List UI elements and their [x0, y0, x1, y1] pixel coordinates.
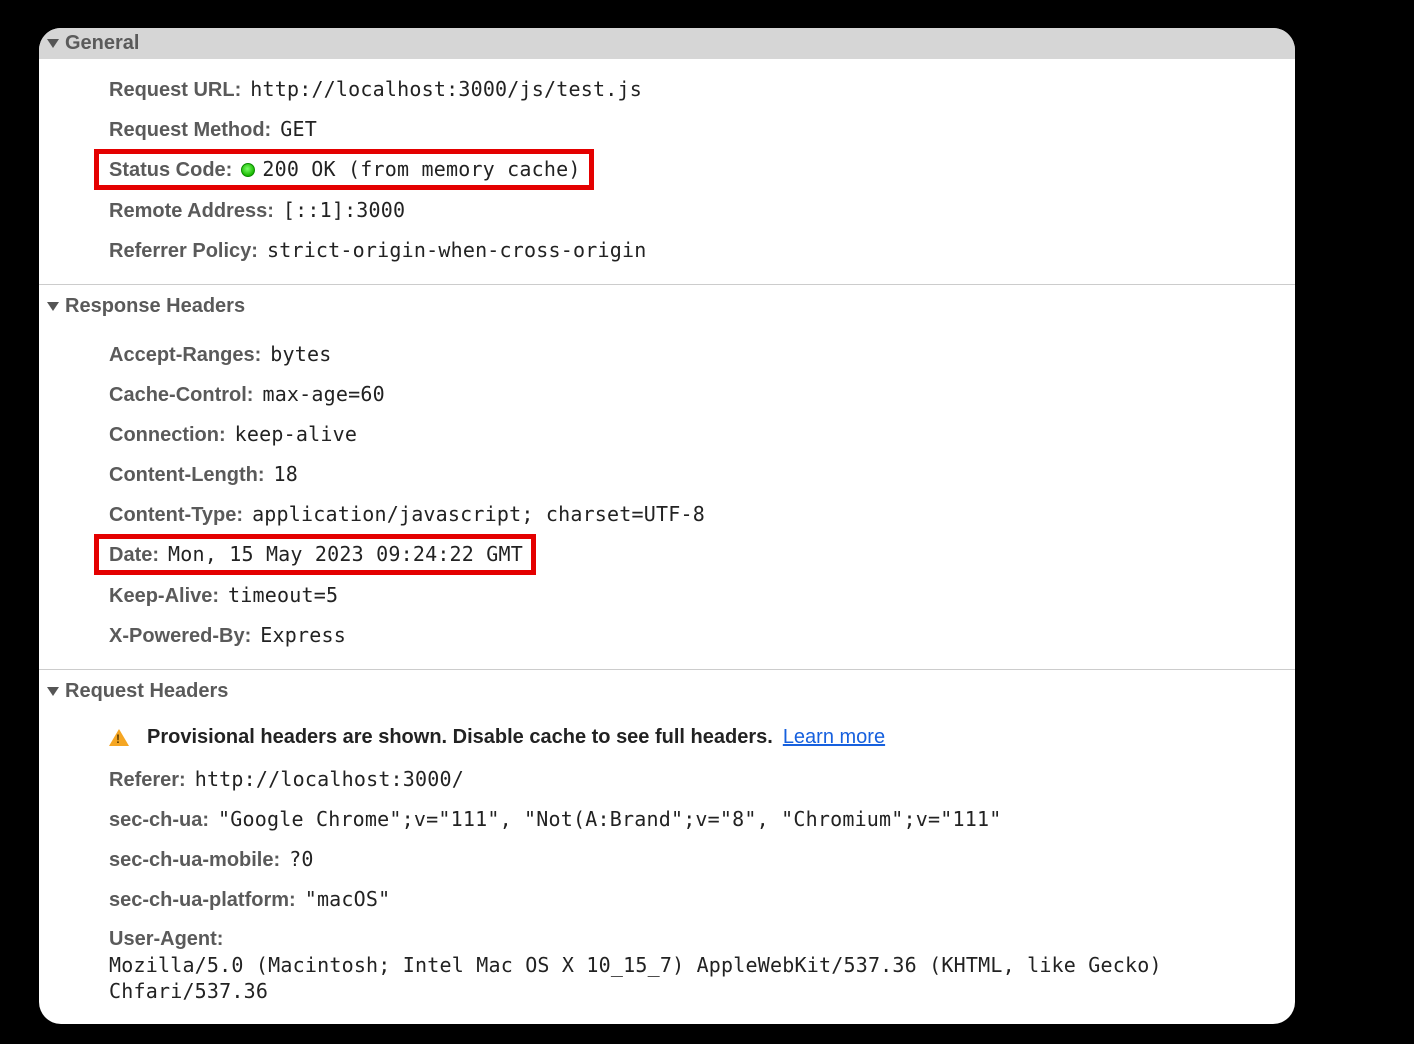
label-sec-ch-ua: sec-ch-ua: [109, 807, 209, 833]
label-date: Date: [109, 542, 159, 568]
row-sec-ch-ua: sec-ch-ua: "Google Chrome";v="111", "Not… [99, 799, 1295, 839]
chevron-down-icon [47, 687, 59, 696]
row-referer: Referer: http://localhost:3000/ [99, 759, 1295, 799]
row-sec-ch-ua-mobile: sec-ch-ua-mobile: ?0 [99, 839, 1295, 879]
chevron-down-icon [47, 39, 59, 48]
section-header-response[interactable]: Response Headers [39, 284, 1295, 324]
row-connection: Connection: keep-alive [99, 414, 1295, 454]
row-cache-control: Cache-Control: max-age=60 [99, 374, 1295, 414]
row-x-powered-by: X-Powered-By: Express [99, 615, 1295, 655]
section-title: Request Headers [65, 680, 228, 703]
row-provisional-warning: Provisional headers are shown. Disable c… [99, 719, 1295, 759]
label-x-powered-by: X-Powered-By: [109, 623, 251, 649]
value-remote-address: [::1]:3000 [283, 197, 405, 223]
row-accept-ranges: Accept-Ranges: bytes [99, 334, 1295, 374]
value-request-url: http://localhost:3000/js/test.js [250, 76, 642, 102]
label-content-length: Content-Length: [109, 462, 265, 488]
row-sec-ch-ua-platform: sec-ch-ua-platform: "macOS" [99, 879, 1295, 919]
label-content-type: Content-Type: [109, 502, 243, 528]
row-request-url: Request URL: http://localhost:3000/js/te… [99, 69, 1295, 109]
row-remote-address: Remote Address: [::1]:3000 [99, 190, 1295, 230]
value-sec-ch-ua-platform: "macOS" [305, 886, 391, 912]
warning-text: Provisional headers are shown. Disable c… [147, 726, 773, 749]
value-referrer-policy: strict-origin-when-cross-origin [267, 237, 646, 263]
row-request-method: Request Method: GET [99, 109, 1295, 149]
value-date: Mon, 15 May 2023 09:24:22 GMT [168, 541, 523, 567]
row-user-agent: User-Agent: Mozilla/5.0 (Macintosh; Inte… [99, 919, 1295, 1010]
value-connection: keep-alive [235, 421, 357, 447]
value-sec-ch-ua-mobile: ?0 [289, 846, 313, 872]
label-user-agent: User-Agent: [109, 926, 223, 952]
label-remote-address: Remote Address: [109, 198, 274, 224]
value-sec-ch-ua: "Google Chrome";v="111", "Not(A:Brand";v… [218, 806, 1001, 832]
chevron-down-icon [47, 302, 59, 311]
general-rows: Request URL: http://localhost:3000/js/te… [39, 59, 1295, 284]
value-keep-alive: timeout=5 [228, 582, 338, 608]
label-cache-control: Cache-Control: [109, 382, 253, 408]
row-referrer-policy: Referrer Policy: strict-origin-when-cros… [99, 230, 1295, 270]
status-dot-icon [241, 163, 255, 177]
section-header-general[interactable]: General [39, 28, 1295, 59]
section-title: General [65, 32, 139, 55]
row-content-length: Content-Length: 18 [99, 454, 1295, 494]
label-status-code: Status Code: [109, 157, 232, 183]
warning-icon [109, 729, 129, 746]
value-content-length: 18 [274, 461, 298, 487]
row-date: Date: Mon, 15 May 2023 09:24:22 GMT [94, 534, 536, 575]
value-referer: http://localhost:3000/ [195, 766, 464, 792]
section-header-request[interactable]: Request Headers [39, 669, 1295, 709]
label-request-method: Request Method: [109, 117, 271, 143]
value-accept-ranges: bytes [270, 341, 331, 367]
request-rows: Provisional headers are shown. Disable c… [39, 709, 1295, 1024]
value-cache-control: max-age=60 [262, 381, 384, 407]
row-keep-alive: Keep-Alive: timeout=5 [99, 575, 1295, 615]
row-status-code: Status Code: 200 OK (from memory cache) [94, 149, 594, 190]
row-content-type: Content-Type: application/javascript; ch… [99, 494, 1295, 534]
devtools-headers-panel: General Request URL: http://localhost:30… [39, 28, 1295, 1024]
label-accept-ranges: Accept-Ranges: [109, 342, 261, 368]
value-status-code: 200 OK (from memory cache) [262, 156, 580, 182]
section-title: Response Headers [65, 295, 245, 318]
value-request-method: GET [280, 116, 317, 142]
label-keep-alive: Keep-Alive: [109, 583, 219, 609]
label-connection: Connection: [109, 422, 226, 448]
label-referer: Referer: [109, 767, 186, 793]
label-referrer-policy: Referrer Policy: [109, 238, 258, 264]
value-x-powered-by: Express [260, 622, 346, 648]
value-user-agent: Mozilla/5.0 (Macintosh; Intel Mac OS X 1… [109, 952, 1295, 1004]
value-content-type: application/javascript; charset=UTF-8 [252, 501, 705, 527]
learn-more-link[interactable]: Learn more [783, 726, 885, 749]
label-request-url: Request URL: [109, 77, 241, 103]
label-sec-ch-ua-platform: sec-ch-ua-platform: [109, 887, 296, 913]
response-rows: Accept-Ranges: bytes Cache-Control: max-… [39, 324, 1295, 669]
label-sec-ch-ua-mobile: sec-ch-ua-mobile: [109, 847, 280, 873]
